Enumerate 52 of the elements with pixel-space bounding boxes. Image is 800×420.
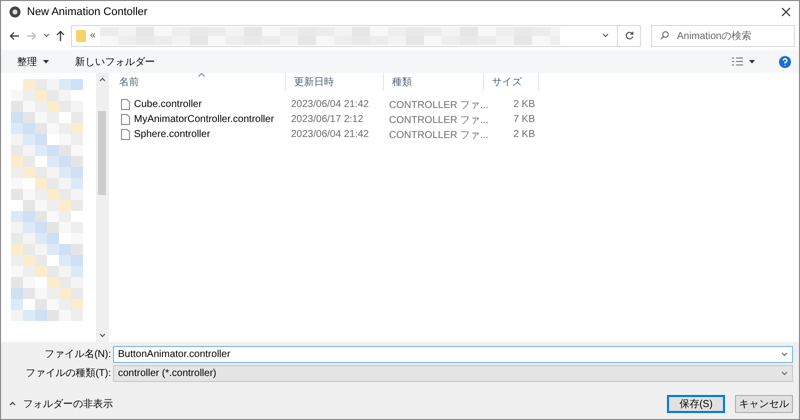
file-name-field[interactable]: ButtonAnimator.controller [118, 348, 781, 360]
up-arrow-icon[interactable] [56, 30, 65, 42]
table-cell-text: CONTROLLER ファ... [389, 128, 488, 142]
field-label: ファイルの種類(T): [24, 366, 112, 380]
chevron-down-icon[interactable] [98, 332, 106, 338]
dialog-button[interactable]: 保存(S) [667, 394, 725, 413]
view-options-icon[interactable] [732, 57, 743, 66]
app-icon [9, 6, 21, 18]
file-name-box[interactable]: ButtonAnimator.controller [113, 346, 793, 363]
refresh-icon[interactable] [624, 31, 634, 40]
scrollbar-thumb[interactable] [98, 110, 106, 194]
field-label: ファイル名(N): [43, 348, 112, 362]
chevron-down-icon[interactable] [781, 352, 788, 357]
chevron-up-icon [9, 401, 16, 406]
chevron-down-icon [781, 370, 788, 376]
hide-folders-toggle[interactable]: フォルダーの非表示 [1, 396, 657, 411]
table-cell: 2 KB [513, 129, 535, 140]
table-cell: 7 KB [513, 114, 535, 126]
path-prefix: « [90, 30, 96, 42]
folder-icon [76, 30, 86, 42]
address-bar[interactable]: « [71, 24, 618, 47]
file-icon [121, 114, 130, 126]
search-field[interactable]: Animationの検索 [651, 24, 795, 47]
window-title: New Animation Contoller [27, 6, 148, 18]
table-cell: 2023/06/17 2:12 [291, 114, 364, 126]
close-icon[interactable] [781, 6, 791, 17]
table-cell: 2 KB [513, 99, 535, 110]
chevron-down-icon[interactable] [43, 33, 50, 38]
caret-icon[interactable] [749, 60, 755, 64]
file-type-dropdown[interactable]: controller (*.controller) [113, 364, 793, 382]
file-icon [121, 99, 130, 110]
caret-icon [43, 60, 49, 64]
file-name[interactable]: Sphere.controller [134, 129, 210, 140]
table-cell: 2023/06/04 21:42 [291, 129, 369, 140]
column-header[interactable]: サイズ [492, 75, 522, 90]
column-header[interactable]: 更新日時 [294, 75, 334, 90]
organize-menu[interactable]: 整理 [13, 52, 53, 71]
back-arrow-icon[interactable] [9, 30, 20, 41]
search-icon [660, 31, 669, 40]
column-header[interactable]: 名前 [119, 75, 139, 90]
file-name[interactable]: MyAnimatorController.controller [134, 114, 274, 126]
dialog-button[interactable]: キャンセル [735, 394, 793, 413]
table-cell-text: CONTROLLER ファ... [389, 114, 488, 127]
table-cell: 2023/06/04 21:42 [291, 99, 369, 110]
chevron-up-icon[interactable] [98, 77, 106, 82]
scrollbar[interactable] [96, 73, 108, 342]
help-icon[interactable] [779, 56, 791, 68]
table-cell-text: CONTROLLER ファ... [389, 98, 488, 112]
file-icon [121, 129, 130, 140]
column-header[interactable]: 種類 [392, 75, 412, 90]
file-name[interactable]: Cube.controller [134, 99, 202, 110]
new-folder-button[interactable]: 新しいフォルダー [71, 52, 159, 71]
